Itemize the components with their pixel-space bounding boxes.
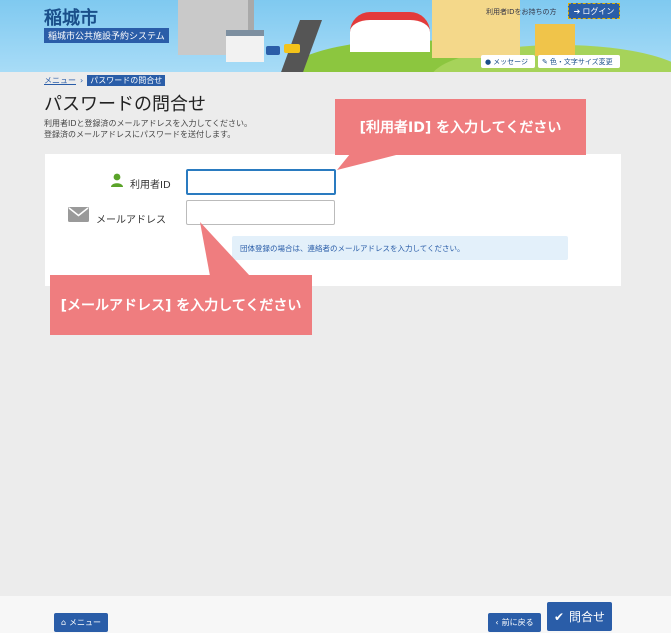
- message-button[interactable]: ● メッセージ: [481, 55, 535, 68]
- userid-label: 利用者ID: [130, 180, 171, 191]
- login-button[interactable]: ➔ ログイン: [568, 3, 620, 19]
- page-description: 登録済のメールアドレスにパスワードを送付します。: [44, 130, 236, 139]
- submit-button[interactable]: ✔ 問合せ: [547, 602, 612, 631]
- banner-building-small: [535, 24, 575, 56]
- breadcrumb-separator: ›: [80, 76, 84, 85]
- banner-car: [266, 46, 280, 55]
- page-title: パスワードの問合せ: [44, 94, 206, 115]
- system-name: 稲城市公共施設予約システム: [44, 28, 169, 43]
- mail-icon: [68, 207, 89, 222]
- group-note: 団体登録の場合は、連絡者のメールアドレスを入力してください。: [232, 236, 568, 260]
- email-tooltip: [メールアドレス] を入力してください: [50, 275, 312, 335]
- breadcrumb-current: パスワードの問合せ: [87, 75, 166, 86]
- back-button[interactable]: ‹ 前に戻る: [488, 613, 541, 632]
- banner-house: [226, 30, 264, 62]
- email-input[interactable]: [186, 200, 335, 225]
- login-button-label: ログイン: [582, 6, 615, 16]
- color-size-button-label: 色・文字サイズ変更: [549, 57, 613, 66]
- pencil-icon: ✎: [542, 57, 548, 66]
- user-icon: [111, 173, 123, 187]
- breadcrumb: メニュー › パスワードの問合せ: [44, 75, 166, 86]
- check-icon: ✔: [553, 609, 565, 624]
- email-label: メールアドレス: [96, 215, 166, 226]
- back-button-label: 前に戻る: [501, 618, 534, 627]
- menu-button-label: メニュー: [69, 618, 102, 627]
- message-button-label: メッセージ: [493, 57, 528, 66]
- color-size-button[interactable]: ✎ 色・文字サイズ変更: [538, 55, 620, 68]
- back-chevron-icon: ‹: [495, 618, 499, 627]
- menu-button[interactable]: ⌂ メニュー: [54, 613, 108, 632]
- userid-tooltip: [利用者ID] を入力してください: [335, 99, 586, 155]
- banner-gym: [350, 12, 430, 52]
- breadcrumb-menu-link[interactable]: メニュー: [44, 75, 76, 86]
- login-icon: ➔: [573, 6, 581, 16]
- speech-bubble-icon: ●: [485, 57, 492, 66]
- city-name: 稲城市: [44, 8, 98, 29]
- login-hint: 利用者IDをお持ちの方: [486, 8, 557, 16]
- userid-input[interactable]: [186, 169, 336, 195]
- submit-button-label: 問合せ: [569, 610, 606, 624]
- page-description: 利用者IDと登録済のメールアドレスを入力してください。: [44, 119, 253, 128]
- header-banner: 稲城市 稲城市公共施設予約システム 利用者IDをお持ちの方 ➔ ログイン ● メ…: [0, 0, 671, 72]
- banner-car: [284, 44, 300, 53]
- home-icon: ⌂: [60, 618, 67, 627]
